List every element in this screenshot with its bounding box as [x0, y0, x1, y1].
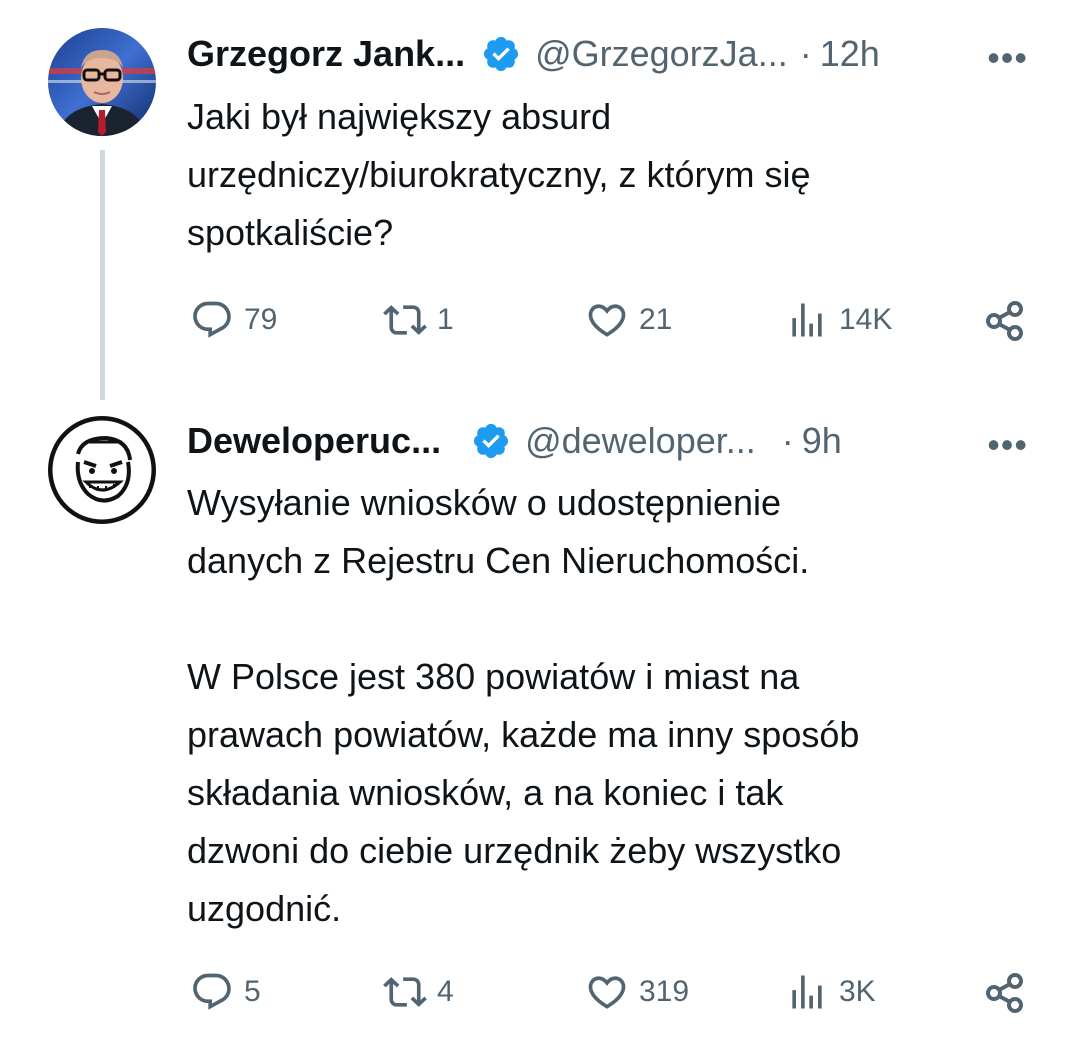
more-options-icon[interactable]: •••: [987, 40, 1028, 76]
repost-button[interactable]: 4: [383, 970, 454, 1014]
author-avatar[interactable]: [48, 416, 156, 524]
like-button[interactable]: 21: [585, 298, 672, 342]
verified-badge-icon: [481, 34, 521, 74]
like-icon: [585, 298, 629, 342]
separator-dot: ·: [800, 33, 812, 75]
tweet-header: Grzegorz Jank... @GrzegorzJa... · 12h: [187, 29, 880, 79]
separator-dot: ·: [782, 420, 794, 462]
repost-button[interactable]: 1: [383, 298, 454, 342]
verified-badge-icon: [471, 421, 511, 461]
reply-count: 5: [244, 975, 261, 1009]
share-button[interactable]: [982, 298, 1028, 344]
views-count: 14K: [839, 303, 892, 337]
like-button[interactable]: 319: [585, 970, 689, 1014]
views-button[interactable]: 3K: [785, 970, 876, 1014]
views-icon: [785, 970, 829, 1014]
like-count: 319: [639, 975, 689, 1009]
author-name[interactable]: Deweloperuc...: [187, 420, 441, 462]
reply-count: 79: [244, 303, 277, 337]
like-icon: [585, 970, 629, 1014]
views-icon: [785, 298, 829, 342]
author-avatar[interactable]: [48, 28, 156, 136]
like-count: 21: [639, 303, 672, 337]
tweet-header: Deweloperuc... @deweloper... · 9h: [187, 416, 842, 466]
timestamp[interactable]: 12h: [820, 33, 880, 75]
author-handle[interactable]: @GrzegorzJa...: [535, 33, 788, 75]
tweet-1[interactable]: Grzegorz Jank... @GrzegorzJa... · 12h ••…: [0, 0, 1080, 400]
tweet-text: Jaki był największy absurd urzędniczy/bi…: [187, 88, 1027, 262]
reply-button[interactable]: 79: [190, 298, 277, 342]
author-name[interactable]: Grzegorz Jank...: [187, 33, 465, 75]
views-count: 3K: [839, 975, 876, 1009]
thread-connector-line: [100, 150, 105, 400]
timestamp[interactable]: 9h: [802, 420, 842, 462]
author-handle[interactable]: @deweloper...: [525, 420, 756, 462]
repost-count: 4: [437, 975, 454, 1009]
tweet-actions: 5 4 319 3K: [0, 970, 1080, 1020]
share-button[interactable]: [982, 970, 1028, 1016]
repost-icon: [383, 970, 427, 1014]
repost-count: 1: [437, 303, 454, 337]
reply-icon: [190, 298, 234, 342]
views-button[interactable]: 14K: [785, 298, 892, 342]
reply-button[interactable]: 5: [190, 970, 261, 1014]
tweet-2[interactable]: Deweloperuc... @deweloper... · 9h ••• Wy…: [0, 400, 1080, 1053]
share-icon: [982, 970, 1028, 1016]
tweet-actions: 79 1 21 14K: [0, 298, 1080, 348]
tweet-text: Wysyłanie wniosków o udostępnienie danyc…: [187, 474, 1027, 938]
repost-icon: [383, 298, 427, 342]
share-icon: [982, 298, 1028, 344]
more-options-icon[interactable]: •••: [987, 427, 1028, 463]
reply-icon: [190, 970, 234, 1014]
